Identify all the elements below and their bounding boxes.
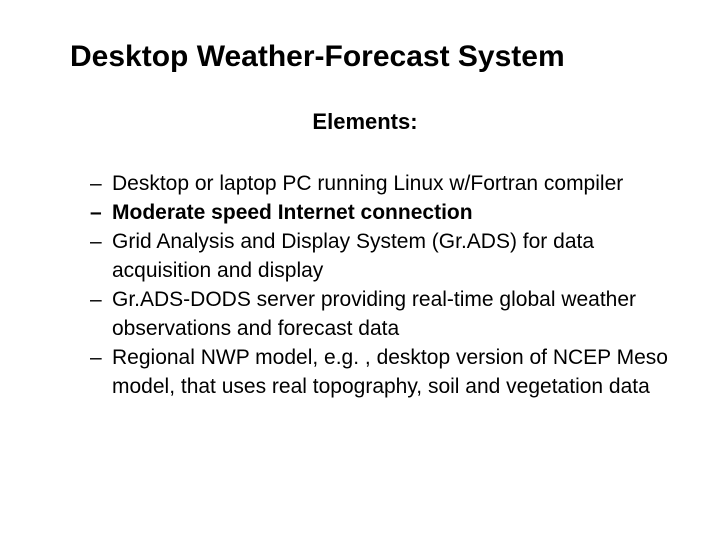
list-item: Gr.ADS-DODS server providing real-time g… — [90, 286, 670, 344]
elements-list: Desktop or laptop PC running Linux w/For… — [60, 170, 670, 402]
list-item: Regional NWP model, e.g. , desktop versi… — [90, 344, 670, 402]
slide-title: Desktop Weather-Forecast System — [70, 40, 670, 74]
list-item: Desktop or laptop PC running Linux w/For… — [90, 170, 670, 199]
list-item: Moderate speed Internet connection — [90, 199, 670, 228]
list-item: Grid Analysis and Display System (Gr.ADS… — [90, 228, 670, 286]
slide-subtitle: Elements: — [60, 109, 670, 135]
